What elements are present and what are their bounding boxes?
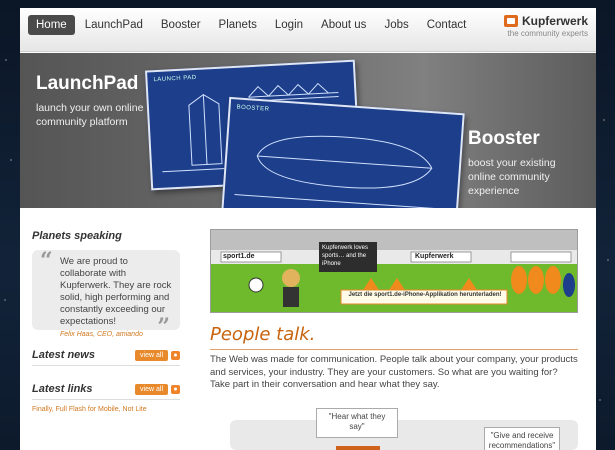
nav-login[interactable]: Login xyxy=(267,15,311,35)
latest-news-row: Latest news view all ● xyxy=(32,348,180,366)
sport1-iphone-banner[interactable]: sport1.de Kupferwerk Kupferwerk loves sp… xyxy=(210,229,578,313)
booster-subtitle: boost your existing online community exp… xyxy=(468,157,556,197)
links-rss-icon[interactable]: ● xyxy=(171,384,180,394)
main-nav: Home LaunchPad Booster Planets Login Abo… xyxy=(28,15,474,35)
launchpad-title[interactable]: LaunchPad xyxy=(36,73,138,95)
open-quote-icon: “ xyxy=(40,248,53,274)
links-view-all-button[interactable]: view all xyxy=(135,383,168,395)
banner-illustration xyxy=(211,230,577,312)
booster-blueprint-image[interactable]: BOOSTER xyxy=(221,96,465,208)
page-frame: Home LaunchPad Booster Planets Login Abo… xyxy=(20,8,596,450)
orange-marker xyxy=(336,446,380,450)
nav-home[interactable]: Home xyxy=(28,15,75,35)
news-view-all-button[interactable]: view all xyxy=(135,349,168,361)
nav-booster[interactable]: Booster xyxy=(153,15,209,35)
banner-caption: Jetzt die sport1.de-iPhone-Applikation h… xyxy=(348,292,502,298)
latest-link-item[interactable]: Finally, Full Flash for Mobile, Not Lite xyxy=(32,406,180,413)
nav-launchpad[interactable]: LaunchPad xyxy=(77,15,151,35)
testimonial-text: We are proud to collaborate with Kupferw… xyxy=(60,256,172,327)
logo-name: Kupferwerk xyxy=(521,14,588,28)
people-talk-heading: People talk. xyxy=(210,324,316,345)
top-navigation-bar: Home LaunchPad Booster Planets Login Abo… xyxy=(20,8,596,52)
news-rss-icon[interactable]: ● xyxy=(171,350,180,360)
heading-divider xyxy=(210,349,578,350)
give-and-receive-bubble: "Give and receive recommendations" xyxy=(484,427,560,450)
logo-tagline: the community experts xyxy=(507,29,588,38)
nav-about-us[interactable]: About us xyxy=(313,15,374,35)
testimonial-author: Felix Haas, CEO, amiando xyxy=(60,331,143,338)
kupferwerk-logo[interactable]: Kupferwerk the community experts xyxy=(503,14,588,38)
nav-jobs[interactable]: Jobs xyxy=(376,15,416,35)
booster-title[interactable]: Booster xyxy=(468,128,540,150)
planets-speaking-heading: Planets speaking xyxy=(32,230,122,242)
hero-banner: LAUNCH PAD BOOSTER LaunchPad launch your… xyxy=(20,53,596,208)
banner-speech-bubble: Kupferwerk loves sports… and the iPhone xyxy=(322,245,369,267)
testimonial-box: “ We are proud to collaborate with Kupfe… xyxy=(32,248,180,340)
close-quote-icon: ” xyxy=(157,314,170,340)
hear-what-they-say-bubble: "Hear what they say" xyxy=(316,408,398,438)
latest-news-heading: Latest news xyxy=(32,349,95,361)
sidebar: Planets speaking “ We are proud to colla… xyxy=(32,230,180,413)
booster-blueprint-drawing xyxy=(234,135,445,208)
nav-contact[interactable]: Contact xyxy=(419,15,475,35)
banner-ad-kupferwerk: Kupferwerk xyxy=(415,253,454,260)
logo-mark-icon xyxy=(503,15,518,27)
launchpad-subtitle: launch your own online community platfor… xyxy=(36,102,144,128)
latest-links-row: Latest links view all ● xyxy=(32,382,180,400)
nav-planets[interactable]: Planets xyxy=(211,15,265,35)
latest-links-heading: Latest links xyxy=(32,383,93,395)
banner-ad-sport1: sport1.de xyxy=(223,253,255,260)
people-talk-body: The Web was made for communication. Peop… xyxy=(210,354,578,390)
